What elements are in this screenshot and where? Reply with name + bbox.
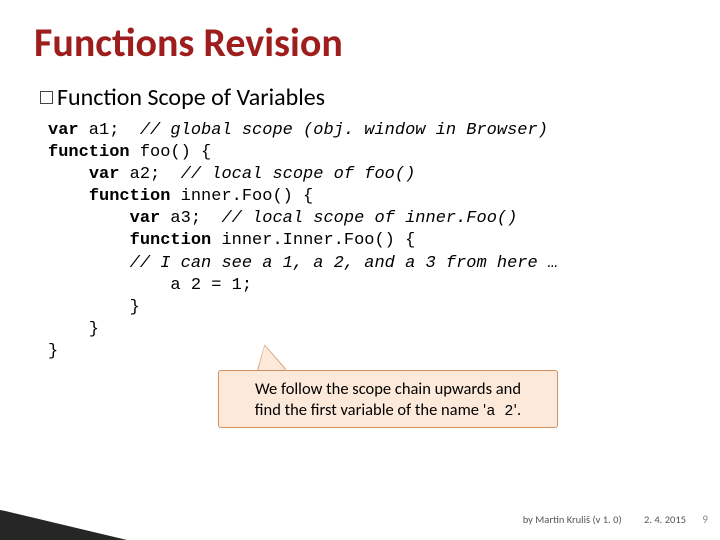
callout-var: a 2 <box>486 403 513 420</box>
callout-line2b: '. <box>513 400 521 420</box>
code-text: } <box>48 342 58 361</box>
kw-function: function <box>130 231 212 250</box>
kw-var: var <box>48 121 79 140</box>
indent <box>48 254 130 273</box>
code-text: } <box>48 298 140 317</box>
code-text: inner.Foo() { <box>170 187 313 206</box>
indent <box>48 231 130 250</box>
indent <box>48 165 89 184</box>
callout-tail <box>255 344 286 373</box>
subtitle-prefix: Function <box>57 83 142 112</box>
code-text: a1; <box>79 121 140 140</box>
bullet-box-icon <box>40 91 53 104</box>
footer-page-number: 9 <box>702 513 708 526</box>
kw-var: var <box>130 209 161 228</box>
kw-function: function <box>89 187 171 206</box>
code-text: a3; <box>160 209 221 228</box>
code-comment: // local scope of inner.Foo() <box>221 209 517 228</box>
code-text: a2; <box>119 165 180 184</box>
callout-line1: We follow the scope chain upwards and <box>255 379 521 399</box>
kw-function: function <box>48 143 130 162</box>
slide-footer: by Martin Kruliš (v 1. 0) 2. 4. 2015 9 <box>523 513 686 526</box>
code-text: foo() { <box>130 143 212 162</box>
slide-subtitle: Function Scope of Variables <box>0 67 720 112</box>
kw-var: var <box>89 165 120 184</box>
code-comment: // I can see a 1, a 2, and a 3 from here… <box>130 254 558 273</box>
slide-title: Functions Revision <box>0 0 720 67</box>
code-text: inner.Inner.Foo() { <box>211 231 415 250</box>
decorative-wedge <box>0 490 210 540</box>
indent <box>48 209 130 228</box>
subtitle-rest: Scope of Variables <box>142 83 325 112</box>
footer-author: by Martin Kruliš (v 1. 0) <box>523 513 622 526</box>
code-comment: // global scope (obj. window in Browser) <box>140 121 548 140</box>
code-block: var a1; // global scope (obj. window in … <box>0 112 720 363</box>
footer-date: 2. 4. 2015 <box>644 513 686 526</box>
code-comment: // local scope of foo() <box>181 165 416 184</box>
callout-box: We follow the scope chain upwards and fi… <box>218 370 558 428</box>
code-text: a 2 = 1; <box>48 276 252 295</box>
code-text: } <box>48 320 99 339</box>
indent <box>48 187 89 206</box>
callout-line2a: find the first variable of the name ' <box>255 400 487 420</box>
